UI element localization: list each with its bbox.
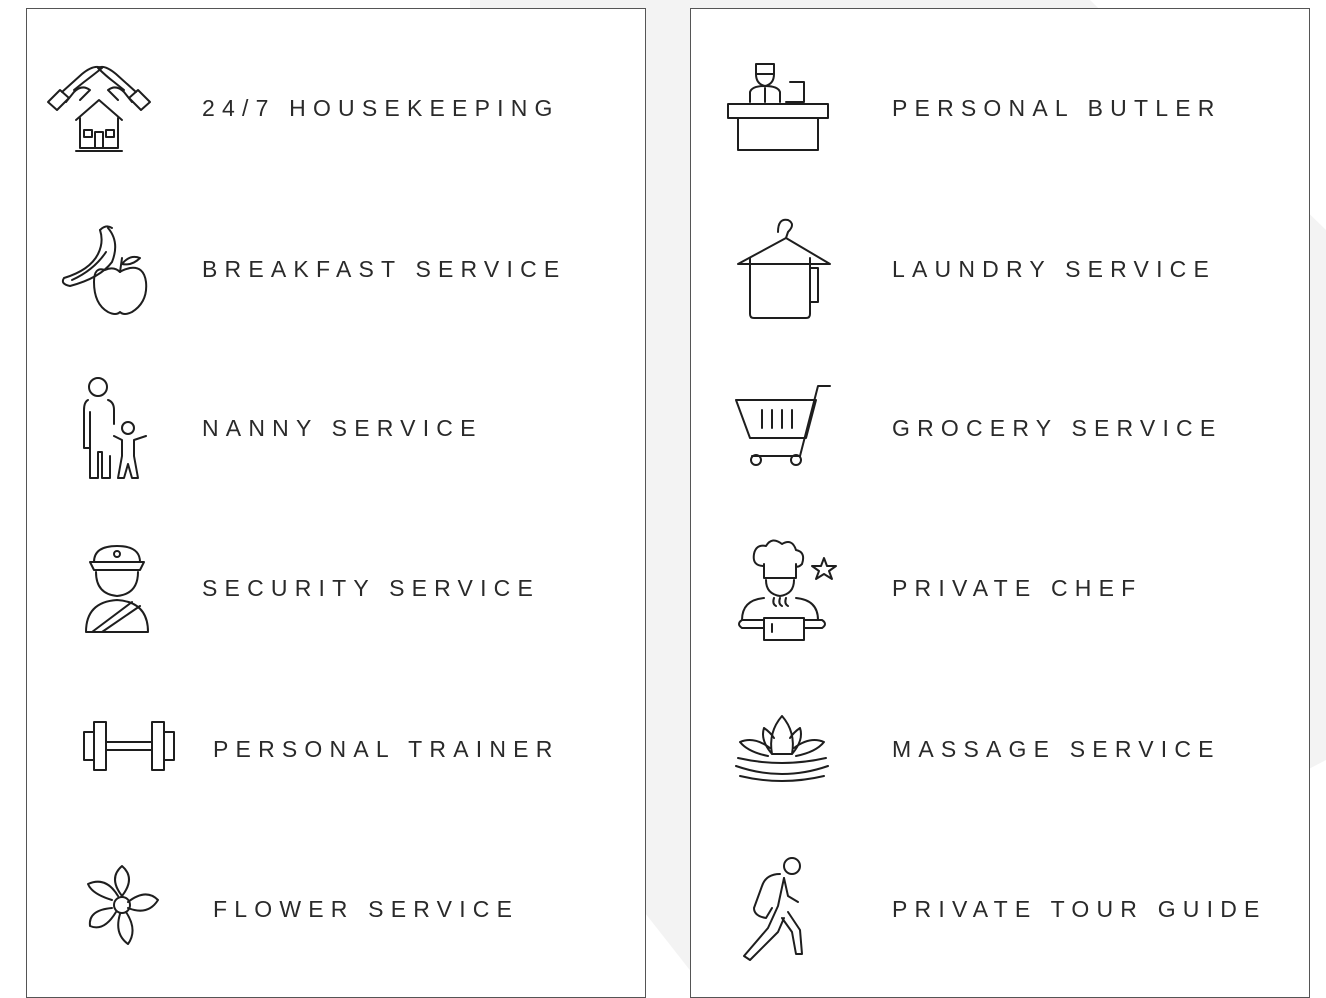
dumbbell-icon — [72, 692, 182, 802]
service-label-nanny: NANNY SERVICE — [202, 415, 483, 441]
service-label-trainer: PERSONAL TRAINER — [213, 736, 560, 762]
banana-apple-icon — [50, 212, 160, 322]
service-label-massage: MASSAGE SERVICE — [892, 736, 1221, 762]
chef-icon — [726, 532, 837, 642]
service-label-breakfast: BREAKFAST SERVICE — [202, 256, 567, 282]
service-label-chef: PRIVATE CHEF — [892, 575, 1143, 601]
flower-icon — [66, 850, 176, 960]
service-label-laundry: LAUNDRY SERVICE — [892, 256, 1217, 282]
hands-house-icon — [44, 52, 154, 162]
service-label-butler: PERSONAL BUTLER — [892, 95, 1222, 121]
service-label-flower: FLOWER SERVICE — [213, 896, 520, 922]
service-label-security: SECURITY SERVICE — [202, 575, 541, 601]
service-label-housekeeping: 24/7 HOUSEKEEPING — [202, 95, 560, 121]
service-label-grocery: GROCERY SERVICE — [892, 415, 1223, 441]
security-guard-icon — [62, 532, 172, 642]
butler-desk-icon — [722, 52, 832, 162]
lotus-icon — [726, 692, 836, 802]
hiker-icon — [726, 852, 836, 962]
service-label-tour-guide: PRIVATE TOUR GUIDE — [892, 896, 1267, 922]
hanger-towel-icon — [726, 212, 836, 322]
adult-child-icon — [62, 372, 172, 482]
shopping-cart-icon — [726, 372, 836, 482]
